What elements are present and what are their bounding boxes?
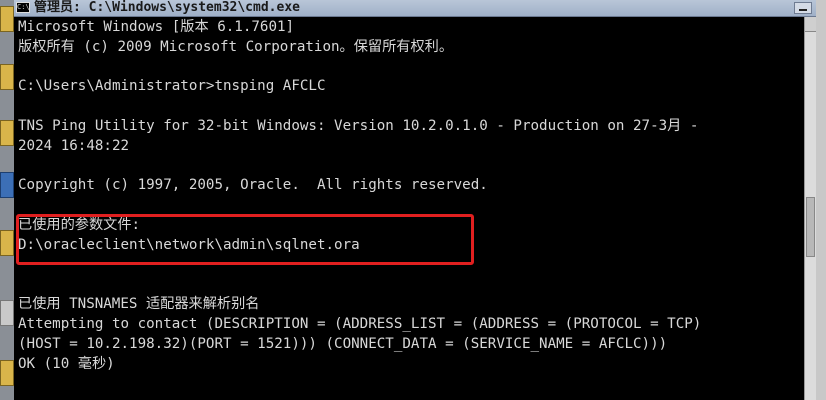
scrollbar-thumb[interactable] [806, 197, 815, 257]
console-line: OK (10 毫秒) [18, 355, 115, 372]
vertical-scrollbar[interactable] [804, 17, 816, 400]
cmd-window[interactable]: C:\ 管理员: C:\Windows\system32\cmd.exe Mic… [14, 0, 816, 400]
title-bar[interactable]: C:\ 管理员: C:\Windows\system32\cmd.exe [14, 0, 816, 17]
highlight-annotation-box [16, 214, 474, 265]
console-line: (HOST = 10.2.198.32)(PORT = 1521))) (CON… [18, 335, 668, 352]
desktop-background [0, 0, 14, 400]
console-line: C:\Users\Administrator>tnsping AFCLC [18, 78, 326, 95]
desktop-file-icon[interactable] [0, 300, 14, 326]
window-title: 管理员: C:\Windows\system32\cmd.exe [34, 0, 300, 15]
console-line: 2024 16:48:22 [18, 137, 130, 154]
console-line: TNS Ping Utility for 32-bit Windows: Ver… [18, 117, 699, 134]
desktop-folder-icon[interactable] [0, 360, 14, 386]
desktop-folder-icon[interactable] [0, 64, 14, 90]
scroll-up-arrow-icon[interactable] [805, 17, 816, 32]
desktop-background-right [816, 0, 826, 400]
cmd-icon[interactable]: C:\ [16, 2, 30, 13]
desktop-folder-icon[interactable] [0, 230, 14, 256]
desktop-folder-icon[interactable] [0, 120, 14, 146]
console-line: 版权所有 (c) 2009 Microsoft Corporation。保留所有… [18, 38, 454, 55]
desktop-folder-icon[interactable] [0, 6, 14, 32]
console-line: Copyright (c) 1997, 2005, Oracle. All ri… [18, 177, 488, 194]
console-line: Microsoft Windows [版本 6.1.7601] [18, 19, 295, 35]
console-line: Attempting to contact (DESCRIPTION = (AD… [18, 315, 702, 332]
console-line: 已使用 TNSNAMES 适配器来解析别名 [18, 296, 260, 313]
minimize-button[interactable] [794, 2, 812, 14]
console-output[interactable]: Microsoft Windows [版本 6.1.7601] 版权所有 (c) … [18, 18, 804, 400]
desktop-app-icon[interactable] [0, 172, 14, 198]
